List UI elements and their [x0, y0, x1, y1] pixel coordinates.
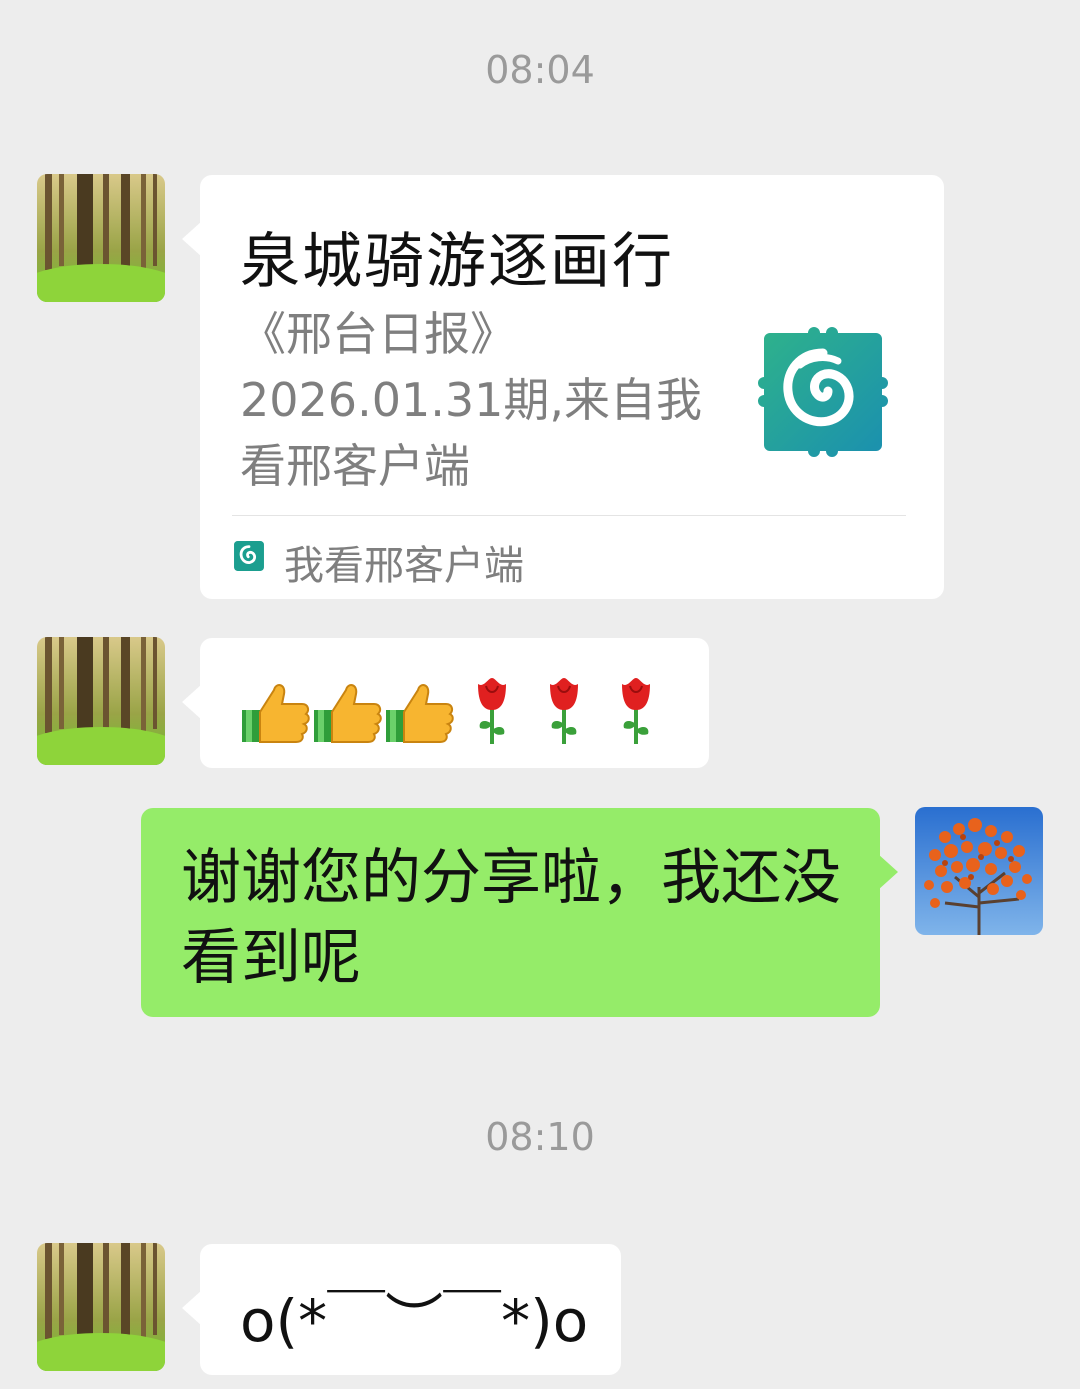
card-title: 泉城骑游逐画行: [240, 227, 674, 297]
outgoing-message[interactable]: 谢谢您的分享啦，我还没看到呢: [141, 808, 898, 1017]
card-divider: [232, 515, 906, 516]
timestamp: 08:10: [485, 1115, 595, 1159]
thumbs-up-icon: [242, 684, 310, 743]
kaomoji-text: o(*￣︶￣*)o: [240, 1287, 589, 1355]
thumbs-up-icon: [314, 684, 382, 743]
rose-icon: [478, 678, 506, 744]
link-card[interactable]: 泉城骑游逐画行 《邢台日报》2026.01.31期,来自我看邢客户端 我看邢客户…: [182, 175, 944, 599]
source-app-icon: [234, 541, 264, 571]
outgoing-message-text: 谢谢您的分享啦，我还没看到呢: [181, 843, 841, 993]
contact-avatar[interactable]: [37, 1243, 165, 1371]
forest-avatar-image: [37, 1243, 165, 1371]
rose-icon: [622, 678, 650, 744]
forest-avatar-image: [37, 637, 165, 765]
persimmon-tree-avatar-image: [915, 807, 1043, 935]
emoji-message[interactable]: [182, 638, 709, 768]
card-description: 《邢台日报》2026.01.31期,来自我看邢客户端: [240, 307, 702, 493]
thumbs-up-icon: [386, 684, 454, 743]
kaomoji-message[interactable]: o(*￣︶￣*)o: [182, 1244, 621, 1375]
timestamp: 08:04: [485, 48, 595, 92]
self-avatar[interactable]: [915, 807, 1043, 935]
rose-icon: [550, 678, 578, 744]
emoji-row: [240, 674, 672, 746]
card-source-label: 我看邢客户端: [284, 543, 524, 589]
contact-avatar[interactable]: [37, 637, 165, 765]
forest-avatar-image: [37, 174, 165, 302]
contact-avatar[interactable]: [37, 174, 165, 302]
app-logo-icon: [758, 327, 888, 457]
